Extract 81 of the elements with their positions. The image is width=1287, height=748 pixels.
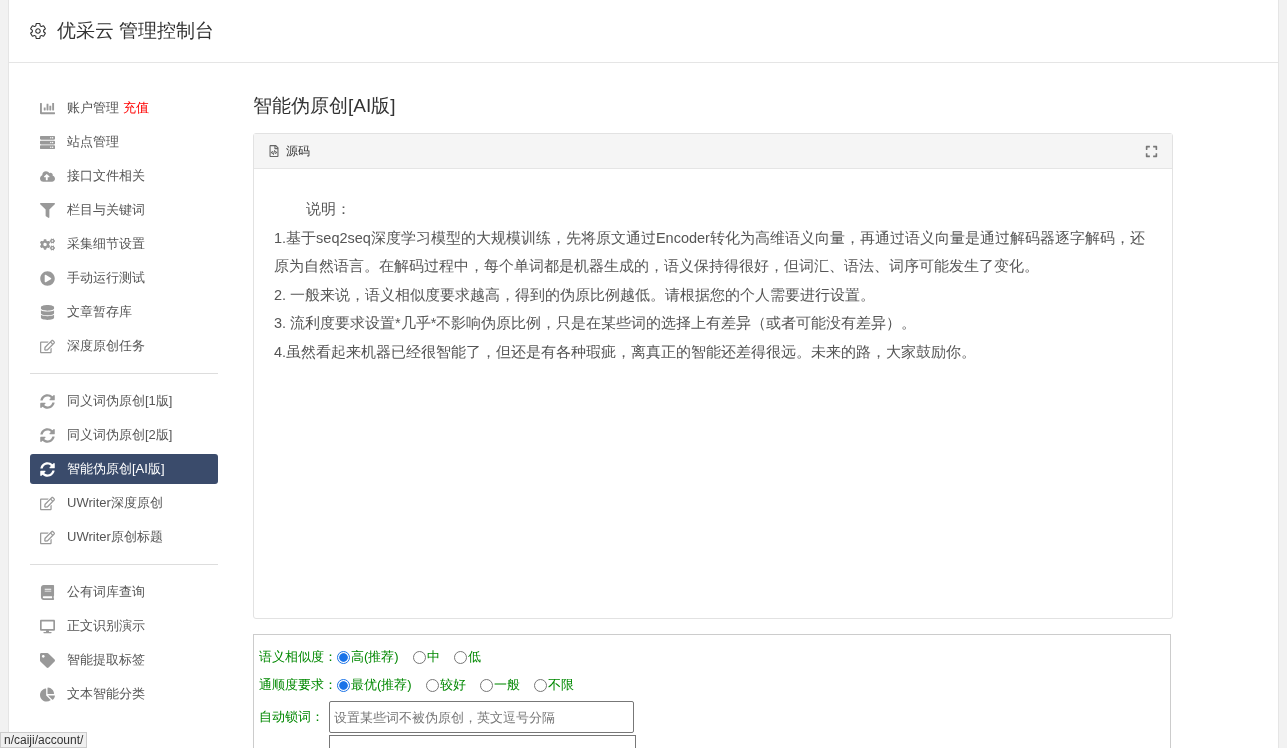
refresh-icon [40, 461, 55, 477]
sidebar-item-label: 站点管理 [67, 133, 119, 151]
refresh-icon [40, 427, 55, 443]
recharge-link[interactable]: 充值 [123, 99, 149, 117]
radio-button[interactable] [479, 678, 493, 692]
description-text: 4.虽然看起来机器已经很智能了，但还是有各种瑕疵，离真正的智能还差得很远。未来的路，大家鼓励你。 [274, 342, 978, 362]
sidebar-item[interactable]: 同义词伪原创[2版] [30, 420, 218, 450]
description-text: 说明： [305, 200, 352, 219]
settings-icon [29, 22, 47, 40]
option-label: 语义相似度： [259, 648, 337, 666]
radio-button[interactable] [412, 650, 426, 664]
radio-option[interactable]: 高(推荐) [337, 648, 399, 666]
fullscreen-icon[interactable] [1145, 144, 1158, 158]
sidebar-item[interactable]: UWriter深度原创 [30, 488, 218, 518]
panel-title: 源码 [286, 142, 311, 160]
filter-icon [40, 202, 55, 218]
sidebar-item[interactable]: 智能伪原创[AI版] [30, 454, 218, 484]
server-icon [40, 134, 55, 150]
sidebar-item[interactable]: 文本智能分类 [30, 679, 218, 709]
database-icon [40, 304, 55, 320]
sidebar-item[interactable]: 采集细节设置 [30, 229, 218, 259]
sidebar-item[interactable]: 深度原创任务 [30, 331, 218, 361]
radio-option[interactable]: 不限 [533, 676, 574, 694]
sidebar-item[interactable]: 栏目与关键词 [30, 195, 218, 225]
sidebar-item-label: 账户管理 [67, 99, 119, 117]
edit-icon [40, 495, 55, 511]
radio-option[interactable]: 最优(推荐) [337, 676, 412, 694]
sidebar-item-label: 文本智能分类 [67, 685, 145, 703]
sidebar-item-label: 公有词库查询 [67, 583, 145, 601]
sidebar-item[interactable]: 同义词伪原创[1版] [30, 386, 218, 416]
sidebar-item-label: 接口文件相关 [67, 167, 145, 185]
console-title: 优采云 管理控制台 [57, 19, 215, 43]
radio-option[interactable]: 较好 [425, 676, 466, 694]
sidebar-item-label: 深度原创任务 [67, 337, 145, 355]
sidebar-item-label: 同义词伪原创[1版] [67, 392, 173, 410]
play-icon [40, 270, 55, 286]
sidebar-item[interactable]: 公有词库查询 [30, 577, 218, 607]
radio-button[interactable] [337, 678, 350, 692]
sidebar-item-label: 智能提取标签 [67, 651, 145, 669]
sidebar-item[interactable]: 正文识别演示 [30, 611, 218, 641]
radio-option[interactable]: 一般 [479, 676, 520, 694]
sidebar-item-label: 栏目与关键词 [67, 201, 145, 219]
book-icon [40, 584, 55, 600]
radio-button[interactable] [533, 678, 547, 692]
sidebar-item-label: UWriter深度原创 [67, 494, 163, 512]
radio-button[interactable] [337, 650, 350, 664]
code-file-icon [268, 145, 280, 157]
radio-button[interactable] [425, 678, 439, 692]
sidebar-item[interactable]: UWriter原创标题 [30, 522, 218, 552]
option-label: 自动锁词： [259, 708, 325, 726]
gears-icon [40, 236, 55, 252]
lock-words-field[interactable]: 设置某些词不被伪原创，英文逗号分隔 [329, 701, 634, 733]
sidebar-item-label: 文章暂存库 [67, 303, 132, 321]
cloud-upload-icon [40, 168, 55, 184]
description-text: 2. 一般来说，语义相似度要求越高，得到的伪原比例越低。请根据您的个人需要进行设置。 [274, 285, 877, 305]
sidebar-item[interactable]: 账户管理 充值 [30, 93, 218, 123]
sidebar-item[interactable]: 接口文件相关 [30, 161, 218, 191]
radio-option[interactable]: 低 [453, 648, 481, 666]
description-text: 1.基于seq2seq深度学习模型的大规模训练，先将原文通过Encoder转化为高维语义向量，再通过语义向量是通过解码器逐字解码，还原为自然语言。在解码过程中，每个单词都是机器生成的，语义保持得很好，但词汇、语法、词序可能发生了变化。 [274, 228, 1146, 276]
sidebar-item-label: 采集细节设置 [67, 235, 145, 253]
tag-icon [40, 652, 55, 668]
sidebar-item[interactable]: 文章暂存库 [30, 297, 218, 327]
sidebar-item[interactable]: 智能提取标签 [30, 645, 218, 675]
pie-chart-icon [40, 686, 55, 702]
refresh-icon [40, 393, 55, 409]
sidebar-item-label: 手动运行测试 [67, 269, 145, 287]
option-label: 通顺度要求： [259, 676, 337, 694]
edit-icon [40, 529, 55, 545]
sidebar-item-label: UWriter原创标题 [67, 528, 163, 546]
bar-chart-icon [40, 100, 55, 116]
sidebar-item[interactable]: 手动运行测试 [30, 263, 218, 293]
monitor-icon [40, 618, 55, 634]
edit-icon [40, 338, 55, 354]
radio-button[interactable] [453, 650, 467, 664]
description-text: 3. 流利度要求设置*几乎*不影响伪原比例，只是在某些词的选择上有差异（或者可能没有差异）。 [274, 314, 918, 333]
sidebar-item[interactable]: 站点管理 [30, 127, 218, 157]
radio-option[interactable]: 中 [412, 648, 440, 666]
sidebar-item-label: 智能伪原创[AI版] [67, 460, 165, 478]
page-title: 智能伪原创[AI版] [253, 94, 397, 118]
sidebar-item-label: 正文识别演示 [67, 617, 145, 635]
sidebar-item-label: 同义词伪原创[2版] [67, 426, 173, 444]
